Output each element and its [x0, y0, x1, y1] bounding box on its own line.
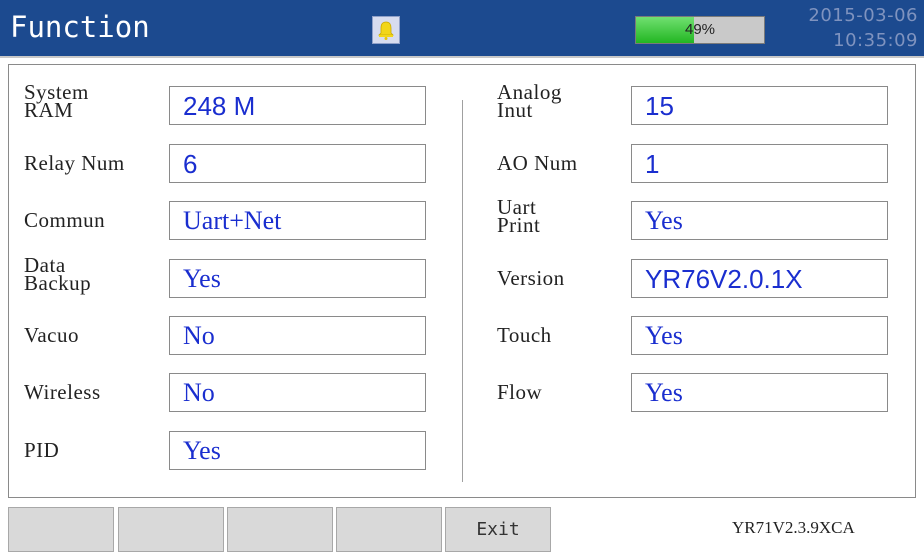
right-label-3: Version: [497, 267, 565, 289]
right-label-line1-5: Flow: [497, 380, 543, 404]
left-value-field-5[interactable]: No: [169, 373, 426, 412]
left-value-field-6[interactable]: Yes: [169, 431, 426, 470]
right-value-field-1[interactable]: 1: [631, 144, 888, 183]
function-button-2[interactable]: [118, 507, 224, 552]
right-label-4: Touch: [497, 324, 552, 346]
right-label-5: Flow: [497, 381, 542, 403]
left-value-field-1[interactable]: 6: [169, 144, 426, 183]
bell-icon: [378, 21, 394, 40]
right-value-field-5[interactable]: Yes: [631, 373, 888, 412]
right-label-line1-4: Touch: [497, 323, 552, 347]
right-label-line1-3: Version: [497, 266, 565, 290]
left-label-4: Vacuo: [24, 324, 79, 346]
function-button-3[interactable]: [227, 507, 333, 552]
left-value-field-4[interactable]: No: [169, 316, 426, 355]
left-label-2: Commun: [24, 209, 105, 231]
left-label-line1-5: Wireless: [24, 380, 101, 404]
left-value-field-3[interactable]: Yes: [169, 259, 426, 298]
function-button-4[interactable]: [336, 507, 442, 552]
function-button-1[interactable]: [8, 507, 114, 552]
firmware-version: YR71V2.3.9XCA: [732, 518, 855, 537]
right-label-line2-2: Print: [497, 213, 541, 237]
right-label-2: Uart Print: [497, 197, 541, 237]
exit-button[interactable]: Exit: [445, 507, 551, 552]
left-label-line1-6: PID: [24, 438, 60, 462]
left-label-6: PID: [24, 439, 59, 461]
battery-indicator: 49%: [635, 16, 765, 44]
right-value-field-4[interactable]: Yes: [631, 316, 888, 355]
date-display: 2015-03-06: [808, 5, 918, 26]
column-divider: [462, 100, 463, 482]
battery-percent: 49%: [684, 21, 716, 38]
left-label-line1-2: Commun: [24, 208, 106, 232]
left-label-3: Data Backup: [24, 255, 92, 295]
left-label-0: System RAM: [24, 82, 89, 121]
left-value-field-0[interactable]: 248 M: [169, 86, 426, 125]
left-label-line1-4: Vacuo: [24, 323, 79, 347]
page-title: Function: [10, 10, 150, 44]
left-value-field-2[interactable]: Uart+Net: [169, 201, 426, 240]
right-value-field-3[interactable]: YR76V2.0.1X: [631, 259, 888, 298]
left-label-line1-1: Relay Num: [24, 151, 125, 175]
title-bar: Function 49% 2015-03-06 10:35:09: [0, 0, 924, 58]
right-label-1: AO Num: [497, 152, 578, 174]
right-value-field-0[interactable]: 15: [631, 86, 888, 125]
right-label-0: Analog Inut: [497, 82, 562, 121]
left-label-5: Wireless: [24, 381, 101, 403]
alarm-button[interactable]: [372, 16, 400, 44]
time-display: 10:35:09: [833, 30, 918, 51]
left-label-1: Relay Num: [24, 152, 125, 174]
right-value-field-2[interactable]: Yes: [631, 201, 888, 240]
right-label-line1-1: AO Num: [497, 151, 578, 175]
left-label-line2-3: Backup: [24, 271, 92, 295]
